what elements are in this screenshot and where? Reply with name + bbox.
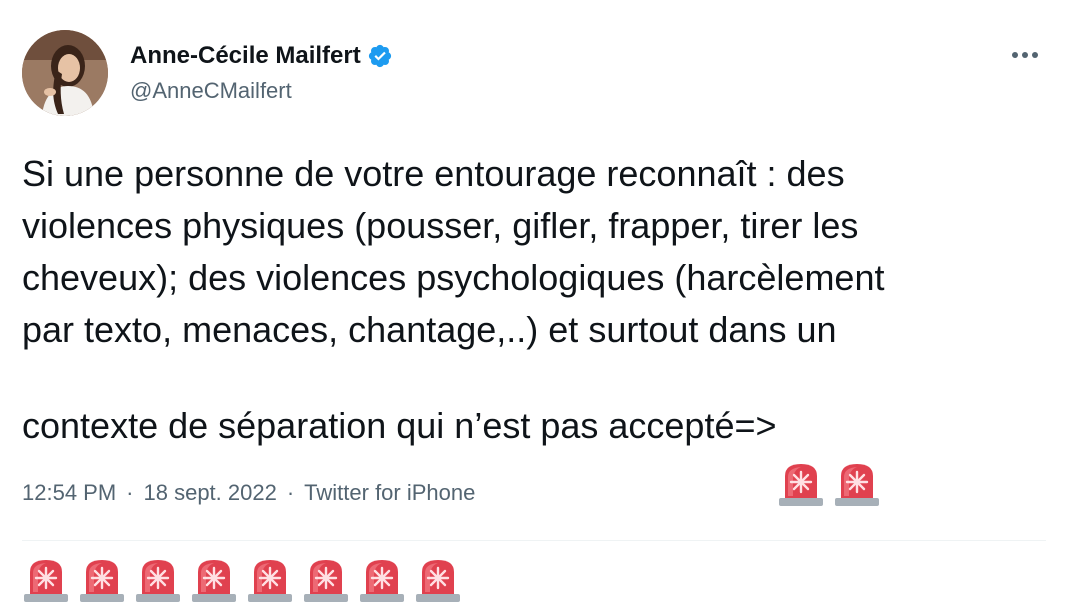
siren-emoji-icon xyxy=(833,356,881,506)
more-horizontal-icon xyxy=(1012,52,1038,58)
meta-separator: · xyxy=(126,480,134,505)
tweet-card: Anne-Cécile Mailfert @AnneCMailfert Si u… xyxy=(0,0,1068,602)
tweet-text-line: violences physiques (pousser, gifler, fr… xyxy=(22,205,859,246)
tweet-text-line: cheveux); des violences psychologiques (… xyxy=(22,257,885,298)
meta-separator: · xyxy=(286,480,295,505)
author-display-name[interactable]: Anne-Cécile Mailfert xyxy=(130,42,361,70)
tweet-text-line: Si une personne de votre entourage recon… xyxy=(22,153,845,194)
avatar-photo-icon xyxy=(22,30,108,116)
siren-emoji-icon xyxy=(777,356,825,506)
tweet-metadata: 12:54 PM · 18 sept. 2022 · Twitter for i… xyxy=(22,480,475,506)
divider xyxy=(22,540,1046,541)
tweet-text-line: par texto, menaces, chantage,..) et surt… xyxy=(22,309,837,350)
tweet-source[interactable]: Twitter for iPhone xyxy=(304,480,475,506)
more-options-button[interactable] xyxy=(1008,38,1042,72)
tweet-text-line: contexte de séparation qui n’est pas acc… xyxy=(22,405,777,446)
display-name-row: Anne-Cécile Mailfert xyxy=(130,40,393,72)
tweet-date[interactable]: 18 sept. 2022 xyxy=(144,480,277,506)
tweet-time[interactable]: 12:54 PM xyxy=(22,480,116,506)
author-names: Anne-Cécile Mailfert @AnneCMailfert xyxy=(130,40,393,104)
tweet-header: Anne-Cécile Mailfert @AnneCMailfert xyxy=(22,30,1042,118)
author-avatar[interactable] xyxy=(22,30,108,116)
verified-badge-icon xyxy=(367,43,393,69)
author-handle[interactable]: @AnneCMailfert xyxy=(130,78,393,104)
